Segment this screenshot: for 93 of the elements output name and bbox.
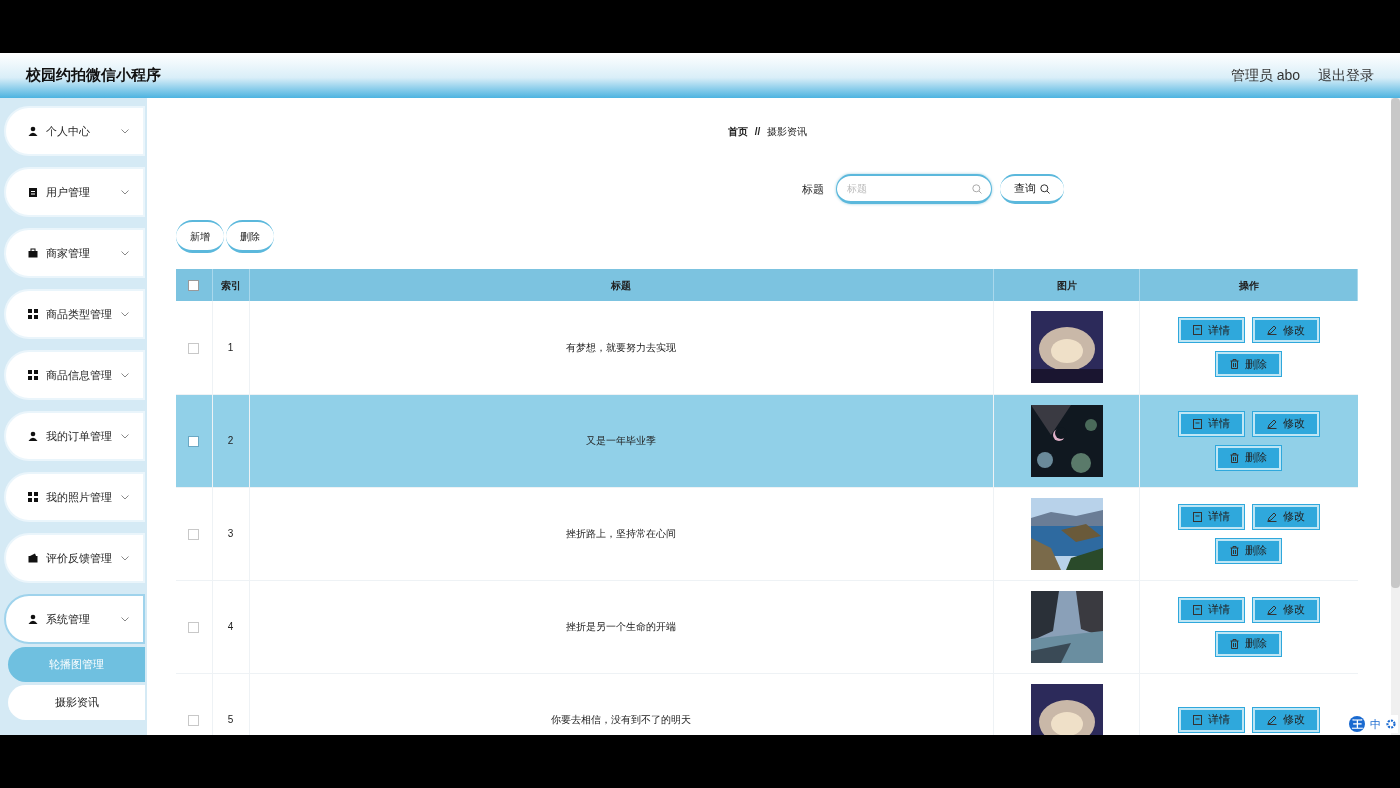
menu-item[interactable]: 评价反馈管理 <box>4 533 145 583</box>
app-title: 校园约拍微信小程序 <box>26 65 161 86</box>
table-cell: 又是一年毕业季 <box>249 394 994 487</box>
table-row[interactable]: 2 又是一年毕业季 详情 修改 删除 <box>176 394 1358 487</box>
clipboard-icon <box>28 187 38 197</box>
table-cell: 有梦想，就要努力去实现 <box>249 301 994 394</box>
pencil-icon <box>1266 418 1277 429</box>
menu-item[interactable]: 用户管理 <box>4 167 145 217</box>
menu-item[interactable]: 商家管理 <box>4 228 145 278</box>
table-cell: 2 <box>212 394 249 487</box>
menu-item[interactable]: 个人中心 <box>4 106 145 156</box>
action-button[interactable]: 删除 <box>1216 352 1282 377</box>
menu-item[interactable]: 我的订单管理 <box>4 411 145 461</box>
breadcrumb-separator: // <box>754 125 761 139</box>
table-cell: 3 <box>212 487 249 580</box>
table-cell: 你要去相信，没有到不了的明天 <box>249 673 994 735</box>
user-name: 管理员 abo <box>1230 66 1300 85</box>
chevron-icon <box>121 189 129 195</box>
briefcase-icon <box>28 248 38 258</box>
action-button[interactable]: 修改 <box>1252 504 1319 529</box>
menu-item[interactable]: 商品类型管理 <box>4 289 145 339</box>
grid-icon <box>28 492 38 502</box>
document-icon <box>1192 325 1202 336</box>
user-icon <box>28 431 38 441</box>
chevron-icon <box>121 616 129 622</box>
table-row[interactable]: 4 挫折是另一个生命的开端 详情 修改 删除 <box>176 580 1358 673</box>
menu-item[interactable]: 商品信息管理 <box>4 350 145 400</box>
chevron-icon <box>121 250 129 256</box>
action-button[interactable]: 修改 <box>1252 411 1319 436</box>
search-field[interactable]: 标题 <box>835 174 992 204</box>
table-cell: 5 <box>212 673 249 735</box>
ime-mode: 中 <box>1370 716 1381 732</box>
trash-icon <box>1230 545 1240 556</box>
select-all-checkbox[interactable] <box>188 280 200 292</box>
user-icon <box>28 614 38 624</box>
settings-icon <box>1386 719 1396 729</box>
user-icon <box>28 126 38 136</box>
action-button[interactable]: 修改 <box>1252 707 1319 732</box>
chevron-icon <box>121 494 129 500</box>
row-checkbox[interactable] <box>188 621 200 633</box>
submenu-item[interactable]: 摄影资讯 <box>8 685 145 720</box>
action-button[interactable]: 删除 <box>1216 631 1282 656</box>
action-button[interactable]: 删除 <box>1216 445 1282 470</box>
document-icon <box>1192 418 1202 429</box>
chevron-icon <box>121 555 129 561</box>
pencil-icon <box>1266 325 1277 336</box>
ime-toolbar[interactable]: 王 中 <box>1347 715 1398 733</box>
document-icon <box>1192 511 1202 522</box>
table-row[interactable]: 1 有梦想，就要努力去实现 详情 修改 删除 <box>176 301 1358 394</box>
trash-icon <box>1230 452 1240 463</box>
action-button[interactable]: 详情 <box>1178 597 1244 622</box>
action-button[interactable]: 详情 <box>1178 411 1244 436</box>
document-icon <box>1192 604 1202 615</box>
search-icon <box>1039 183 1050 194</box>
table-cell: 4 <box>212 580 249 673</box>
action-button[interactable]: 详情 <box>1178 707 1244 732</box>
delete-button[interactable]: 删除 <box>226 220 274 253</box>
action-button[interactable]: 详情 <box>1178 504 1244 529</box>
wallet-icon <box>28 553 38 563</box>
chevron-icon <box>121 372 129 378</box>
document-icon <box>1192 714 1202 725</box>
search-label: 标题 <box>801 181 824 197</box>
grid-icon <box>28 370 38 380</box>
breadcrumb-current: 摄影资讯 <box>767 125 808 139</box>
row-checkbox[interactable] <box>188 435 200 447</box>
trash-icon <box>1230 359 1240 370</box>
menu-item[interactable]: 我的照片管理 <box>4 472 145 522</box>
pencil-icon <box>1266 714 1277 725</box>
query-button[interactable]: 查询 <box>999 174 1064 204</box>
add-button[interactable]: 新增 <box>176 220 224 253</box>
row-checkbox[interactable] <box>188 528 200 540</box>
trash-icon <box>1230 638 1240 649</box>
table-row[interactable]: 3 挫折路上，坚持常在心间 详情 修改 删除 <box>176 487 1358 580</box>
chevron-icon <box>121 433 129 439</box>
action-button[interactable]: 详情 <box>1178 318 1244 343</box>
menu-item[interactable]: 系统管理 <box>4 594 145 644</box>
grid-icon <box>28 309 38 319</box>
chevron-icon <box>121 311 129 317</box>
pencil-icon <box>1266 604 1277 615</box>
row-checkbox[interactable] <box>188 342 200 354</box>
action-button[interactable]: 修改 <box>1252 597 1319 622</box>
row-checkbox[interactable] <box>188 714 200 726</box>
search-icon <box>971 184 982 194</box>
table-cell: 挫折路上，坚持常在心间 <box>249 487 994 580</box>
pencil-icon <box>1266 511 1277 522</box>
action-button[interactable]: 删除 <box>1216 538 1282 563</box>
table-cell: 1 <box>212 301 249 394</box>
ime-logo: 王 <box>1349 716 1365 732</box>
table-cell: 挫折是另一个生命的开端 <box>249 580 994 673</box>
chevron-icon <box>121 128 129 134</box>
breadcrumb-link[interactable]: 首页 <box>727 124 748 139</box>
action-button[interactable]: 修改 <box>1252 318 1319 343</box>
logout-link[interactable]: 退出登录 <box>1318 65 1374 86</box>
